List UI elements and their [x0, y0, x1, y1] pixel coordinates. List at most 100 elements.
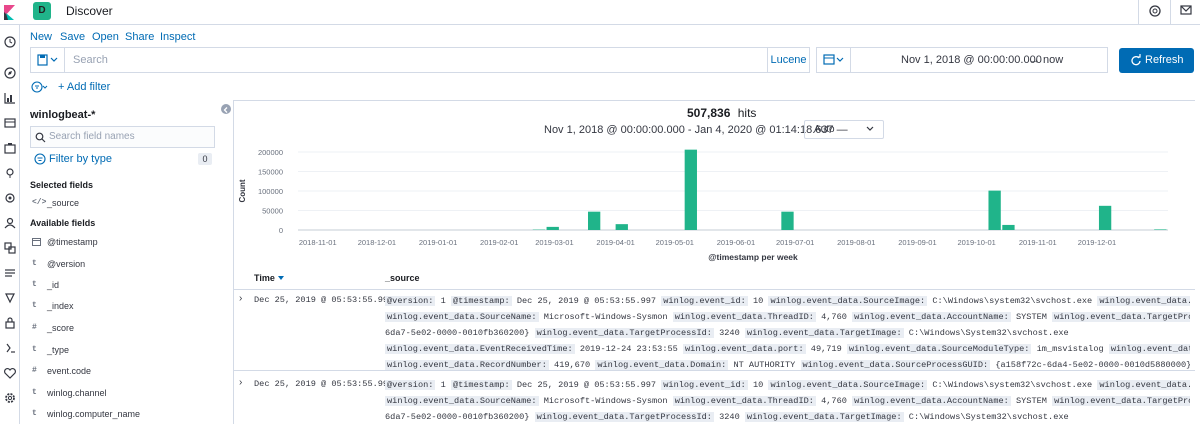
field-value: Microsoft-Windows-Sysmon — [544, 312, 668, 322]
field-value: 2019-12-24 23:53:55 — [580, 344, 678, 354]
x-axis-label: @timestamp per week — [708, 252, 798, 262]
field-key: winlog.event_id: — [661, 296, 748, 306]
field-key: winlog.event_data.TargetProcessGUID: — [1052, 312, 1190, 322]
string-type-icon: t — [32, 345, 44, 354]
string-type-icon: t — [32, 388, 44, 397]
management-gear-icon[interactable] — [3, 391, 17, 405]
open-link[interactable]: Open — [92, 31, 119, 43]
field-name: event.code — [47, 366, 91, 376]
inspect-link[interactable]: Inspect — [160, 31, 195, 43]
field-key: winlog.event_data.TargetProcessId: — [535, 412, 714, 422]
field-key: winlog.event_data.TargetImage: — [745, 328, 904, 338]
field-key: winlog.event_data.SourceName: — [385, 396, 539, 406]
filter-options-icon[interactable] — [30, 79, 48, 95]
start-date[interactable]: Nov 1, 2018 @ 00:00:00.000 — [901, 54, 1042, 66]
index-pattern-selector[interactable]: winlogbeat-* — [30, 109, 95, 121]
filter-icon — [34, 153, 46, 165]
field-key: winlog.event_data.TargetImage: — [745, 412, 904, 422]
field-key: winlog.event_data.AccountName: — [852, 312, 1011, 322]
apm-icon[interactable] — [3, 291, 17, 305]
number-type-icon: # — [32, 323, 44, 332]
field-value: C:\Windows\System32\svchost.exe — [909, 412, 1069, 422]
users-icon[interactable] — [3, 216, 17, 230]
sort-down-icon[interactable] — [277, 275, 285, 281]
x-tick-label: 2019-04-01 — [596, 238, 634, 247]
x-tick-label: 2019-07-01 — [776, 238, 814, 247]
help-icon[interactable] — [1138, 0, 1170, 25]
y-tick-label: 150000 — [258, 168, 283, 177]
date-type-icon — [32, 237, 44, 249]
expand-row-icon[interactable]: › — [239, 377, 242, 388]
filter-count-badge: 0 — [198, 153, 212, 165]
field-key: winlog.event_data.SourceImage: — [768, 296, 927, 306]
field-value: 6da7-5e02-0000-0010fb360200} — [385, 412, 529, 422]
query-language-button[interactable]: Lucene — [767, 48, 809, 72]
search-input[interactable] — [73, 54, 753, 66]
add-filter-button[interactable]: + Add filter — [58, 81, 110, 93]
field-value: 10 — [753, 296, 763, 306]
histogram-bar — [588, 212, 600, 230]
field-value: im_msvistalog — [1037, 344, 1104, 354]
mail-icon[interactable] — [1170, 0, 1200, 25]
field-key: winlog.event_data.SourceImage: — [768, 380, 927, 390]
field-search-input[interactable] — [49, 131, 209, 142]
available-fields-title: Available fields — [30, 218, 95, 228]
source-line: winlog.event_data.RecordNumber: 419,670 … — [385, 357, 1190, 373]
discover-compass-icon[interactable] — [3, 66, 17, 80]
x-tick-label: 2019-09-01 — [898, 238, 936, 247]
source-line: @version: 1 @timestamp: Dec 25, 2019 @ 0… — [385, 377, 1190, 393]
field-key: winlog.event_data.ThreadID: — [673, 396, 816, 406]
maps-icon[interactable] — [3, 166, 17, 180]
dev-tools-icon[interactable] — [3, 341, 17, 355]
top-bar: D Discover — [0, 0, 1200, 25]
row-source: @version: 1 @timestamp: Dec 25, 2019 @ 0… — [385, 377, 1190, 425]
string-type-icon: t — [32, 301, 44, 310]
x-tick-label: 2019-03-01 — [535, 238, 573, 247]
app-badge[interactable]: D — [33, 2, 51, 20]
infrastructure-icon[interactable] — [3, 241, 17, 255]
kibana-logo-icon[interactable] — [0, 0, 20, 25]
field-key: winlog.event_data.Version: — [1097, 296, 1190, 306]
monitoring-heart-icon[interactable] — [3, 366, 17, 380]
share-link[interactable]: Share — [125, 31, 154, 43]
table-row: › Dec 25, 2019 @ 05:53:55.997 @version: … — [233, 375, 1195, 435]
saved-queries-button[interactable] — [31, 48, 65, 72]
interval-select[interactable]: Auto — [804, 120, 884, 139]
arrow-right-icon: → — [1029, 54, 1040, 66]
field-key: winlog.event_data.TargetProcessGUID: — [1052, 396, 1190, 406]
security-lock-icon[interactable] — [3, 316, 17, 330]
end-date[interactable]: now — [1043, 54, 1063, 66]
chevron-down-icon — [865, 123, 875, 135]
field-key: winlog.event_data.SourceModuleType: — [847, 344, 1032, 354]
dashboard-icon[interactable] — [3, 116, 17, 130]
expand-row-icon[interactable]: › — [239, 293, 242, 304]
x-tick-label: 2019-08-01 — [837, 238, 875, 247]
field-search — [30, 126, 215, 148]
refresh-icon — [1131, 54, 1141, 66]
x-tick-label: 2019-06-01 — [717, 238, 755, 247]
canvas-icon[interactable] — [3, 141, 17, 155]
time-column-header[interactable]: Time — [254, 273, 285, 283]
visualize-icon[interactable] — [3, 91, 17, 105]
x-tick-label: 2019-05-01 — [656, 238, 694, 247]
x-tick-label: 2019-02-01 — [480, 238, 518, 247]
field-key: winlog.event_id: — [661, 380, 748, 390]
collapse-sidebar-button[interactable] — [221, 104, 231, 114]
field-value: 4,760 — [821, 312, 847, 322]
refresh-button[interactable]: Refresh — [1119, 48, 1194, 73]
save-link[interactable]: Save — [60, 31, 85, 43]
logs-icon[interactable] — [3, 266, 17, 280]
new-link[interactable]: New — [30, 31, 52, 43]
quick-select-button[interactable] — [817, 48, 851, 72]
source-column-header: _source — [385, 273, 420, 283]
ml-icon[interactable] — [3, 191, 17, 205]
field-name: @timestamp — [47, 237, 98, 247]
y-tick-label: 100000 — [258, 187, 283, 196]
recent-clock-icon[interactable] — [3, 35, 17, 49]
y-tick-label: 200000 — [258, 148, 283, 157]
x-tick-label: 2019-10-01 — [957, 238, 995, 247]
field-value: 3240 — [719, 412, 740, 422]
field-value: {a158f72c-6da4-5e02-0000-0010d5880000} — [995, 360, 1190, 370]
row-source: @version: 1 @timestamp: Dec 25, 2019 @ 0… — [385, 293, 1190, 373]
filter-by-type-button[interactable]: Filter by type — [34, 153, 46, 168]
